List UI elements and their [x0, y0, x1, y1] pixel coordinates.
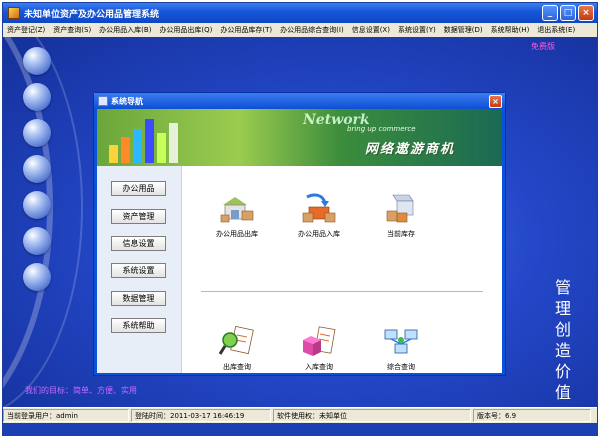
banner-title: 网络遨游商机	[365, 142, 456, 157]
nav-main-panel: 办公用品出库 办公用品入库 当前库存 出库查询 入库查询 综合查询	[183, 166, 502, 373]
dialog-body: Network bring up commerce 网络遨游商机 办公用品 资产…	[97, 109, 502, 373]
tool-supplies-in[interactable]: 办公用品入库	[279, 193, 359, 239]
box-document-icon	[301, 326, 337, 358]
tool-in-query[interactable]: 入库查询	[279, 326, 359, 372]
sphere-icon	[23, 47, 51, 75]
desktop-background: 免费版 管理创造价值 我们的目标：简单、方便、实用 系统导航 × Network…	[3, 37, 597, 407]
sphere-icon	[23, 155, 51, 183]
menu-system-help[interactable]: 系统帮助(H)	[487, 25, 534, 35]
menu-info-settings[interactable]: 信息设置(X)	[348, 25, 394, 35]
sphere-icon	[23, 83, 51, 111]
menu-supplies-out[interactable]: 办公用品出库(Q)	[155, 25, 216, 35]
status-version: 版本号：6.9	[473, 409, 591, 422]
tool-label: 办公用品出库	[216, 230, 258, 238]
tool-combined-query[interactable]: 综合查询	[361, 326, 441, 372]
tool-label: 当前库存	[387, 230, 415, 238]
warehouse-out-icon	[219, 193, 255, 225]
stock-boxes-icon	[383, 193, 419, 225]
nav-system-help-button[interactable]: 系统帮助	[111, 318, 166, 333]
minimize-button[interactable]: _	[542, 5, 558, 21]
slogan-text: 管理创造价值	[554, 278, 571, 402]
sphere-icon	[23, 119, 51, 147]
section-divider	[201, 291, 483, 292]
maximize-button[interactable]: □	[560, 5, 576, 21]
magnifier-document-icon	[218, 325, 255, 358]
dialog-icon	[98, 96, 108, 106]
banner-image: Network bring up commerce 网络遨游商机	[97, 109, 502, 166]
nav-sidebar: 办公用品 资产管理 信息设置 系统设置 数据管理 系统帮助	[97, 166, 182, 373]
menu-supplies-query[interactable]: 办公用品综合查询(I)	[276, 25, 348, 35]
free-version-label: 免费版	[531, 42, 555, 51]
nav-office-supplies-button[interactable]: 办公用品	[111, 181, 166, 196]
bar-graphic-icon	[109, 115, 178, 163]
sphere-icon	[23, 263, 51, 291]
app-icon	[8, 7, 20, 19]
main-window: 未知单位资产及办公用品管理系统 _ □ × 资产登记(Z) 资产查询(S) 办公…	[2, 2, 598, 436]
tool-label: 办公用品入库	[298, 230, 340, 238]
motto-text: 我们的目标：简单、方便、实用	[25, 386, 137, 395]
nav-system-settings-button[interactable]: 系统设置	[111, 263, 166, 278]
nav-data-management-button[interactable]: 数据管理	[111, 291, 166, 306]
menu-asset-query[interactable]: 资产查询(S)	[49, 25, 95, 35]
nav-info-settings-button[interactable]: 信息设置	[111, 236, 166, 251]
sphere-icon	[23, 227, 51, 255]
status-licensee: 软件使用权：未知单位	[273, 409, 471, 422]
menu-system-settings[interactable]: 系统设置(Y)	[394, 25, 440, 35]
tool-current-stock[interactable]: 当前库存	[361, 193, 441, 239]
banner-sub-text: bring up commerce	[347, 125, 416, 133]
close-button[interactable]: ×	[578, 5, 594, 21]
tool-label: 出库查询	[223, 363, 251, 371]
window-title: 未知单位资产及办公用品管理系统	[24, 9, 160, 20]
tool-label: 综合查询	[387, 363, 415, 371]
title-bar[interactable]: 未知单位资产及办公用品管理系统 _ □ ×	[3, 3, 597, 23]
dialog-title: 系统导航	[111, 96, 143, 106]
dialog-title-bar[interactable]: 系统导航	[94, 93, 505, 109]
dialog-close-button[interactable]: ×	[489, 95, 502, 108]
network-computers-icon	[383, 326, 419, 358]
warehouse-in-icon	[301, 193, 337, 225]
tool-out-query[interactable]: 出库查询	[197, 325, 277, 372]
menu-data-management[interactable]: 数据管理(D)	[440, 25, 487, 35]
menu-supplies-in[interactable]: 办公用品入库(B)	[95, 25, 155, 35]
navigation-dialog: 系统导航 × Network bring up commerce 网络遨游商机	[93, 92, 506, 376]
tool-label: 入库查询	[305, 363, 333, 371]
sphere-icon	[23, 191, 51, 219]
menu-bar: 资产登记(Z) 资产查询(S) 办公用品入库(B) 办公用品出库(Q) 办公用品…	[3, 23, 597, 37]
nav-asset-management-button[interactable]: 资产管理	[111, 209, 166, 224]
menu-exit[interactable]: 退出系统(E)	[533, 25, 579, 35]
window-controls: _ □ ×	[542, 5, 594, 21]
tool-supplies-out[interactable]: 办公用品出库	[197, 193, 277, 239]
status-bar: 当前登录用户：admin 登陆时间：2011-03-17 16:46:19 软件…	[3, 407, 597, 423]
menu-asset-register[interactable]: 资产登记(Z)	[3, 25, 49, 35]
status-current-user: 当前登录用户：admin	[3, 409, 129, 422]
menu-supplies-stock[interactable]: 办公用品库存(T)	[216, 25, 276, 35]
status-login-time: 登陆时间：2011-03-17 16:46:19	[131, 409, 271, 422]
